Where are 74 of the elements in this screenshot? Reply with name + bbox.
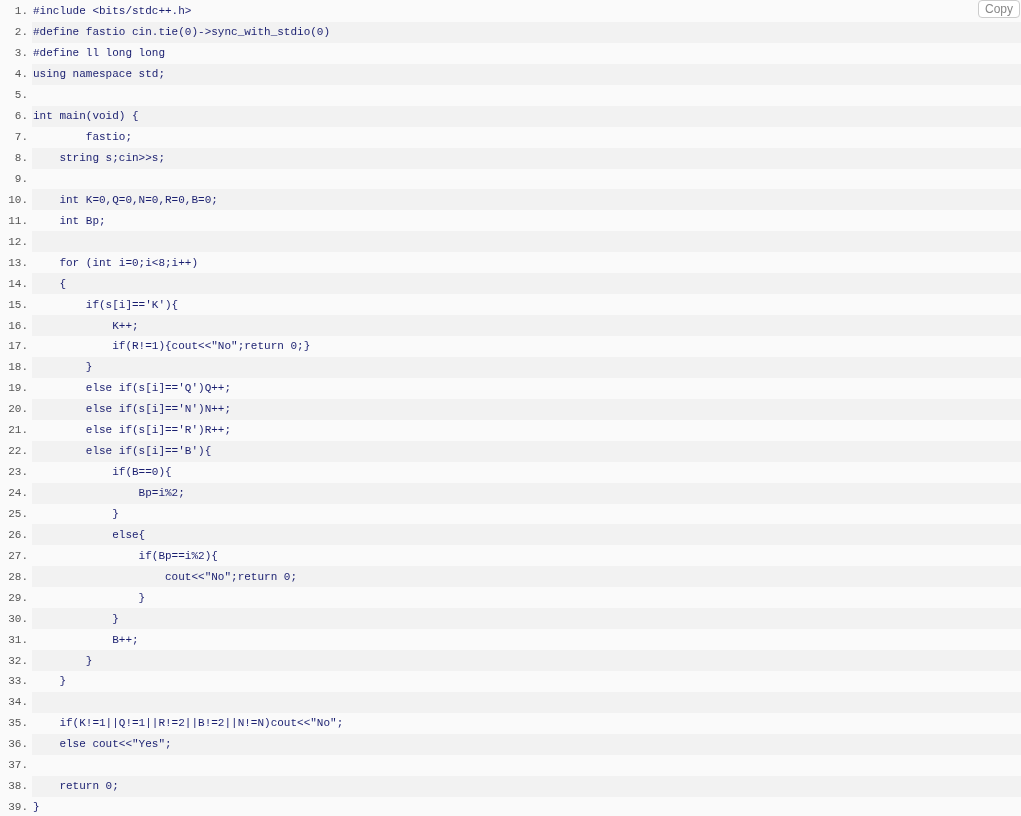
code-line: else if(s[i]=='N')N++; [84,403,232,416]
code-line: if(s[i]=='K'){ [84,298,179,311]
line-number: 34. [7,696,29,709]
code-line: } [84,654,93,667]
code-line: if(K!=1||Q!=1||R!=2||B!=2||N!=N)cout<<"No"; [58,717,344,730]
code-line: if(Bp==i%2){ [137,549,218,562]
code-line: else cout<<"Yes"; [58,738,172,751]
line-number: 19. [7,382,29,395]
code-line: else{ [111,528,146,541]
line-number: 6. [13,110,29,123]
line-number: 5. [13,89,29,102]
line-number: 12. [7,235,29,248]
line-number: 31. [7,633,29,646]
line-number: 1. [13,5,29,18]
code-line: B++; [111,633,139,646]
line-number: 11. [7,214,29,227]
code-line: } [84,361,93,374]
line-number: 17. [7,340,29,353]
code-line: if(R!=1){cout<<"No";return 0;} [111,340,311,353]
line-number: 13. [7,256,29,269]
code-line: } [111,507,119,520]
line-number: 38. [7,780,29,793]
code-line: } [111,612,119,625]
code-line: } [58,675,66,688]
line-number: 16. [7,319,29,332]
line-number: 20. [7,403,29,416]
code-line: cout<<"No";return 0; [164,570,298,583]
code-line: #define fastio cin.tie(0)->sync_with_stdio(0) [33,26,331,39]
code-line: #define ll long long [33,47,166,60]
code-line: return 0; [58,780,119,793]
line-number: 22. [7,445,29,458]
code-line: else if(s[i]=='Q')Q++; [84,382,232,395]
code-line: } [137,591,146,604]
copy-button[interactable]: Copy [978,0,1020,18]
line-number: 23. [7,466,29,479]
code-line: fastio; [84,131,133,144]
line-number: 28. [7,570,29,583]
code-line: else if(s[i]=='B'){ [84,445,212,458]
line-number: 8. [13,152,29,165]
line-number: 39. [7,801,29,814]
code-line: { [58,277,66,290]
code-line: int K=0,Q=0,N=0,R=0,B=0; [58,193,218,206]
code-line: else if(s[i]=='R')R++; [84,424,232,437]
line-number: 24. [7,487,29,500]
line-number: 26. [7,528,29,541]
line-number: 9. [13,172,29,185]
line-number: 10. [7,193,29,206]
line-number: 35. [7,717,29,730]
code-line: using namespace std; [33,68,166,81]
line-number: 32. [7,654,29,667]
line-number: 21. [7,424,29,437]
code-line: #include <bits/stdc++.h> [33,5,192,18]
code-line: int main(void) { [33,110,139,123]
line-number: 14. [7,277,29,290]
line-number: 3. [13,47,29,60]
line-number: 4. [13,68,29,81]
code-line: if(B==0){ [111,466,172,479]
line-number: 33. [7,675,29,688]
line-number: 36. [7,738,29,751]
code-line: K++; [111,319,139,332]
code-line: Bp=i%2; [137,487,185,500]
code-line: string s;cin>>s; [58,152,166,165]
line-number: 2. [13,26,29,39]
line-number: 27. [7,549,29,562]
line-number: 29. [7,591,29,604]
line-number: 25. [7,507,29,520]
code-line: for (int i=0;i<8;i++) [58,256,199,269]
line-number: 30. [7,612,29,625]
line-number: 7. [13,131,29,144]
line-number: 37. [7,759,29,772]
line-number: 15. [7,298,29,311]
line-number: 18. [7,361,29,374]
code-line: } [33,801,40,814]
code-line: int Bp; [58,214,106,227]
